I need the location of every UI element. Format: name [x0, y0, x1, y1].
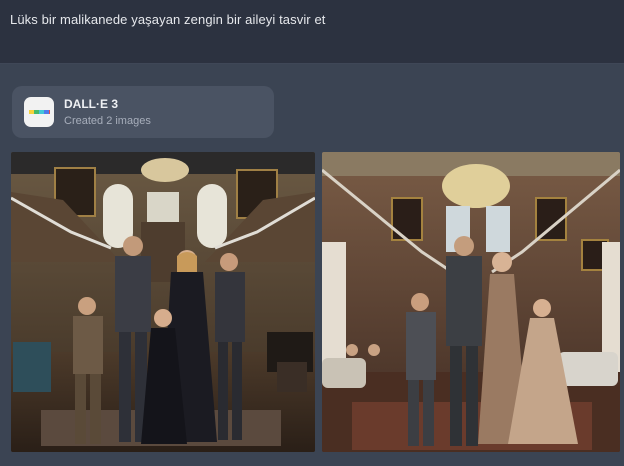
assistant-response: DALL·E 3 Created 2 images — [0, 64, 624, 466]
user-prompt-bar: Lüks bir malikanede yaşayan zengin bir a… — [0, 0, 624, 64]
tool-name: DALL·E 3 — [64, 97, 118, 111]
tool-subtitle: Created 2 images — [64, 115, 151, 127]
generated-image-1[interactable] — [11, 152, 315, 452]
generated-image-2[interactable] — [322, 152, 620, 452]
user-prompt-text: Lüks bir malikanede yaşayan zengin bir a… — [10, 12, 326, 27]
dalle-tool-card[interactable]: DALL·E 3 Created 2 images — [12, 86, 274, 138]
dalle-rainbow-icon — [24, 97, 54, 127]
